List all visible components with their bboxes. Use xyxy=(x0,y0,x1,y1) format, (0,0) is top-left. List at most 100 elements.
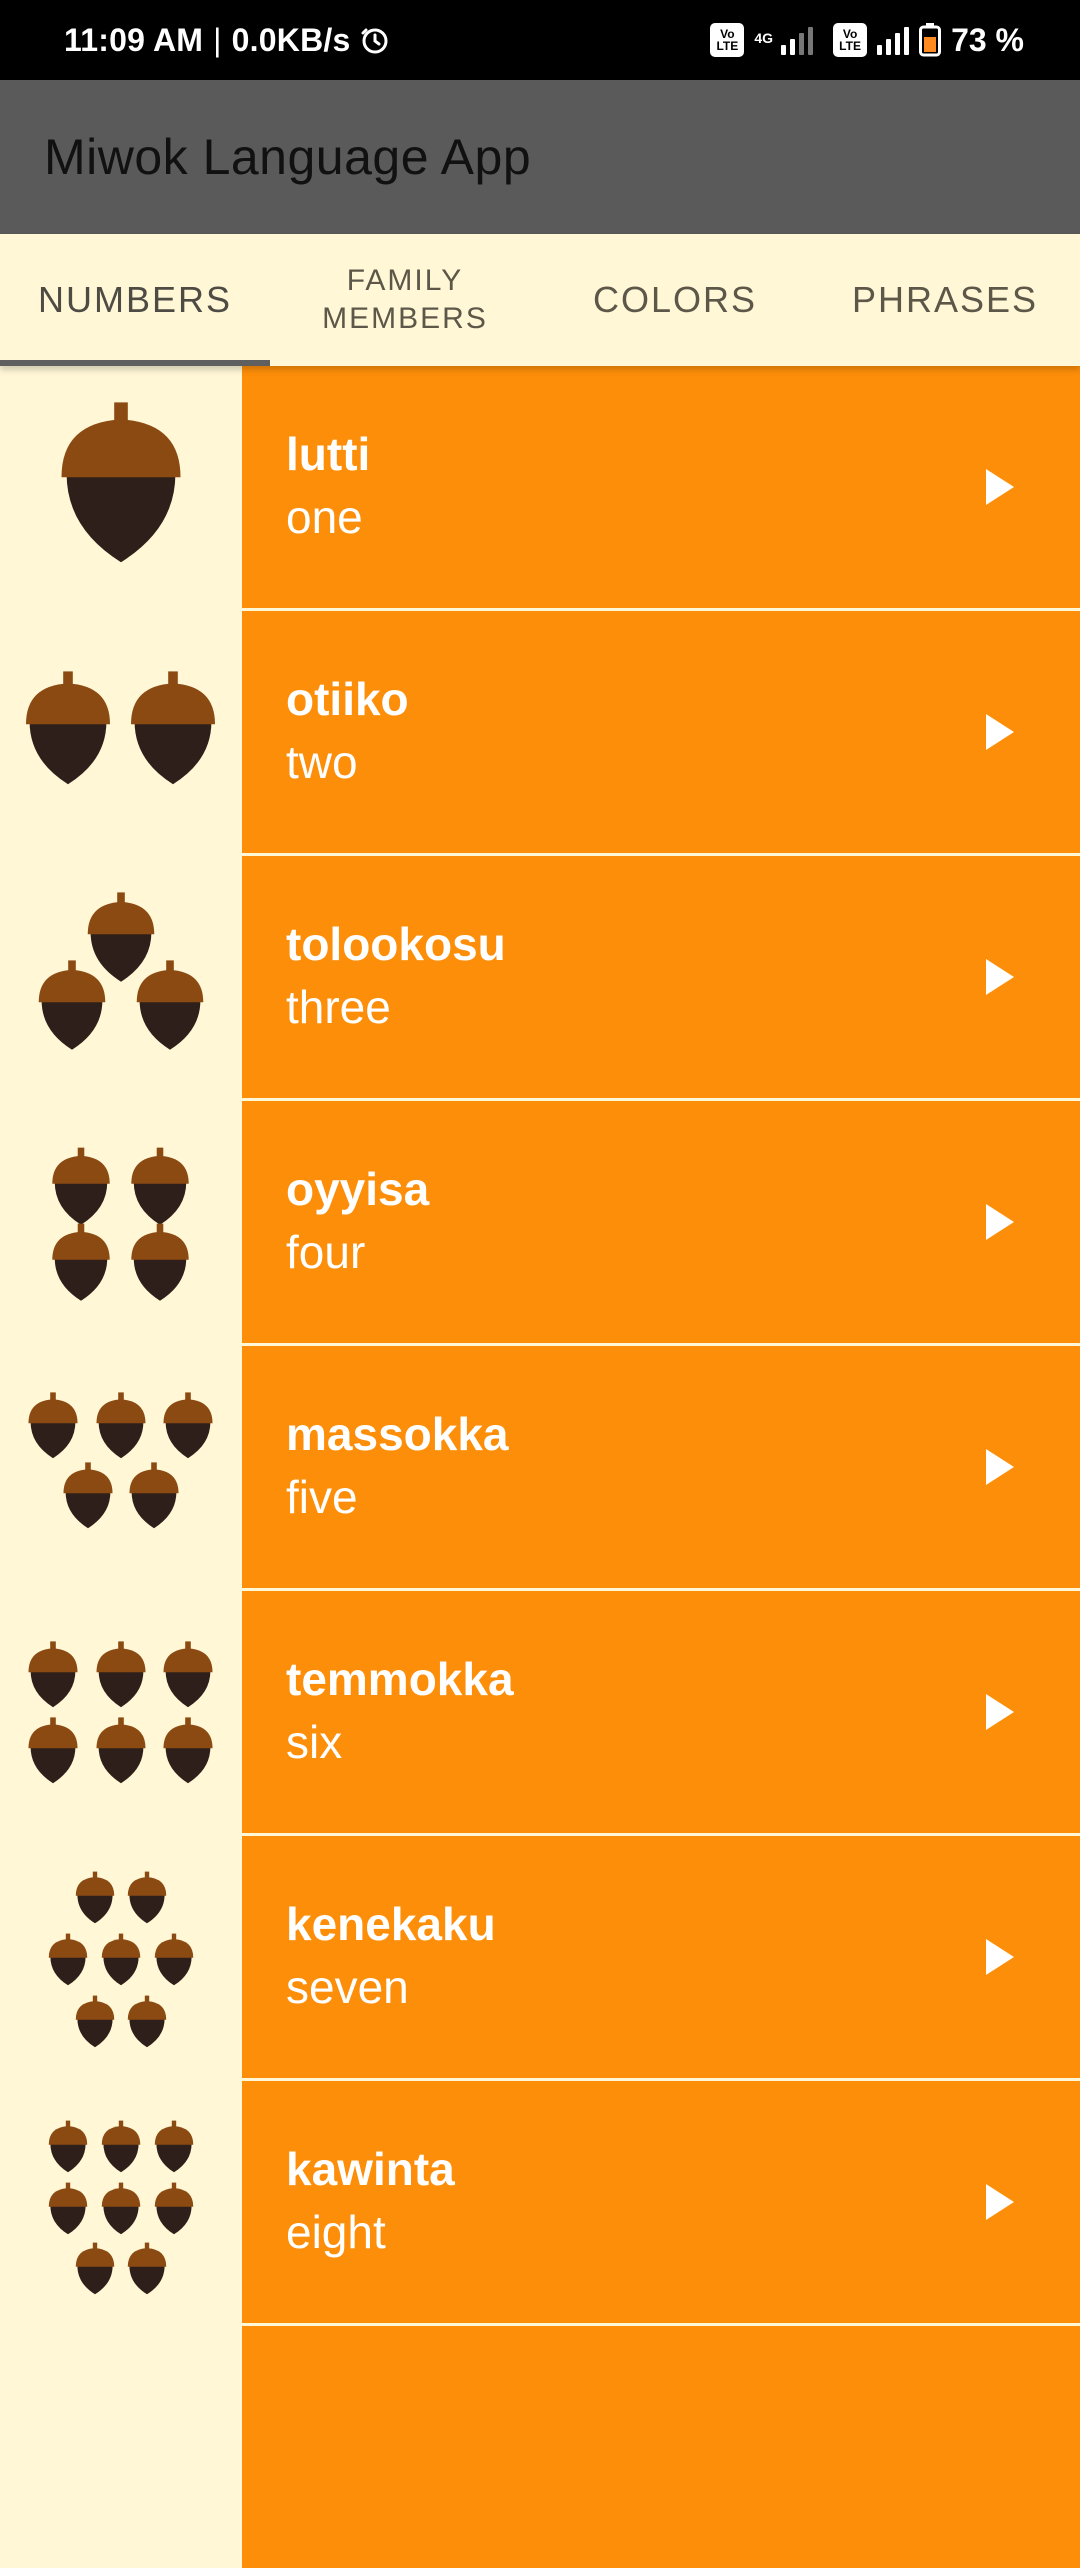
acorn-icon xyxy=(163,1392,213,1459)
battery-icon xyxy=(919,23,942,57)
miwok-word: massokka xyxy=(286,1408,509,1460)
miwok-word: oyyisa xyxy=(286,1163,430,1215)
acorn-icon xyxy=(28,1717,78,1784)
tab-family-members[interactable]: FAMILY MEMBERS xyxy=(270,234,540,366)
status-left: 11:09 AM | 0.0KB/s xyxy=(64,22,390,59)
play-icon[interactable] xyxy=(978,710,1022,754)
tab-numbers[interactable]: NUMBERS xyxy=(0,234,270,366)
alarm-icon xyxy=(360,25,390,55)
acorn-icon xyxy=(131,1223,189,1301)
tab-phrases[interactable]: PHRASES xyxy=(810,234,1080,366)
list-item[interactable]: tolookosu three xyxy=(0,856,1080,1098)
miwok-word: otiiko xyxy=(286,673,409,725)
acorn-three-icon xyxy=(0,856,242,1098)
word-item-body[interactable]: kenekaku seven xyxy=(242,1836,1080,2078)
tab-family-members-label: FAMILY MEMBERS xyxy=(322,264,488,335)
word-item-body[interactable] xyxy=(242,2326,1080,2568)
word-item-body[interactable]: oyyisa four xyxy=(242,1101,1080,1343)
acorn-icon xyxy=(75,1871,115,1924)
play-icon[interactable] xyxy=(978,465,1022,509)
miwok-word: temmokka xyxy=(286,1653,514,1705)
english-translation: six xyxy=(286,1716,343,1768)
acorn-seven-icon xyxy=(0,1836,242,2078)
acorn-icon xyxy=(101,1933,141,1986)
miwok-word: kenekaku xyxy=(286,1898,496,1950)
list-item[interactable]: kawinta eight xyxy=(0,2081,1080,2323)
word-item-body[interactable]: otiiko two xyxy=(242,611,1080,853)
play-icon[interactable] xyxy=(978,1935,1022,1979)
english-translation: four xyxy=(286,1226,366,1278)
english-translation: two xyxy=(286,736,358,788)
acorn-icon xyxy=(96,1717,146,1784)
acorn-two-icon xyxy=(0,611,242,853)
acorn-eight-icon xyxy=(0,2081,242,2323)
app-bar: Miwok Language App xyxy=(0,80,1080,234)
tab-bar: NUMBERS FAMILY MEMBERS COLORS PHRASES xyxy=(0,234,1080,366)
network-type-label: 4G xyxy=(754,29,774,46)
acorn-icon xyxy=(136,960,204,1050)
status-time: 11:09 AM xyxy=(64,21,204,58)
play-icon[interactable] xyxy=(978,1200,1022,1244)
play-icon[interactable] xyxy=(978,1445,1022,1489)
acorn-icon xyxy=(48,2182,88,2235)
status-separator: | xyxy=(213,21,222,58)
acorn-icon xyxy=(101,2120,141,2173)
word-item-body[interactable]: tolookosu three xyxy=(242,856,1080,1098)
acorn-icon xyxy=(127,2242,167,2295)
miwok-word: kawinta xyxy=(286,2143,455,2195)
acorn-icon xyxy=(28,1641,78,1708)
list-item[interactable]: kenekaku seven xyxy=(0,1836,1080,2078)
acorn-icon xyxy=(75,1995,115,2048)
list-item[interactable]: temmokka six xyxy=(0,1591,1080,1833)
miwok-word: lutti xyxy=(286,428,371,480)
english-translation: three xyxy=(286,981,391,1033)
network-speed: 0.0KB/s xyxy=(231,21,351,58)
tab-colors-label: COLORS xyxy=(592,279,758,320)
acorn-icon xyxy=(101,2182,141,2235)
play-icon[interactable] xyxy=(978,2180,1022,2224)
list-item[interactable]: oyyisa four xyxy=(0,1101,1080,1343)
acorn-icon xyxy=(52,1147,110,1225)
word-item-body[interactable]: massokka five xyxy=(242,1346,1080,1588)
acorn-icon xyxy=(131,671,215,785)
list-item[interactable] xyxy=(0,2326,1080,2568)
acorn-one-icon xyxy=(0,366,242,608)
tab-phrases-label: PHRASES xyxy=(851,279,1039,320)
acorn-icon xyxy=(38,960,106,1050)
acorn-icon xyxy=(154,2182,194,2235)
tab-numbers-label: NUMBERS xyxy=(37,279,233,320)
signal-icon xyxy=(781,25,814,55)
word-item-body[interactable]: lutti one xyxy=(242,366,1080,608)
play-icon[interactable] xyxy=(978,1690,1022,1734)
play-icon[interactable] xyxy=(978,955,1022,999)
acorn-icon xyxy=(87,892,155,982)
volte-icon-2: Vo LTE xyxy=(833,23,868,57)
acorn-icon xyxy=(63,1462,113,1529)
acorn-icon xyxy=(154,2120,194,2173)
signal-icon-2 xyxy=(877,25,910,55)
acorn-icon xyxy=(48,1933,88,1986)
acorn-icon xyxy=(163,1717,213,1784)
word-item-body[interactable]: temmokka six xyxy=(242,1591,1080,1833)
miwok-word: tolookosu xyxy=(286,918,506,970)
acorn-six-icon xyxy=(0,1591,242,1833)
acorn-icon xyxy=(154,1933,194,1986)
tab-colors[interactable]: COLORS xyxy=(540,234,810,366)
acorn-icon xyxy=(129,1462,179,1529)
list-item[interactable]: otiiko two xyxy=(0,611,1080,853)
acorn-icon xyxy=(127,1995,167,2048)
acorn-icon xyxy=(28,1392,78,1459)
acorn-icon xyxy=(52,1223,110,1301)
acorn-icon xyxy=(48,2120,88,2173)
acorn-icon xyxy=(25,671,110,785)
english-translation: seven xyxy=(286,1961,409,2013)
english-translation: one xyxy=(286,491,363,543)
acorn-icon xyxy=(127,1871,167,1924)
english-translation: eight xyxy=(286,2206,386,2258)
list-item[interactable]: massokka five xyxy=(0,1346,1080,1588)
battery-percent: 73 % xyxy=(951,21,1024,58)
acorn-icon xyxy=(163,1641,213,1708)
list-item[interactable]: lutti one xyxy=(0,366,1080,608)
acorn-partial-icon xyxy=(0,2326,242,2568)
word-item-body[interactable]: kawinta eight xyxy=(242,2081,1080,2323)
